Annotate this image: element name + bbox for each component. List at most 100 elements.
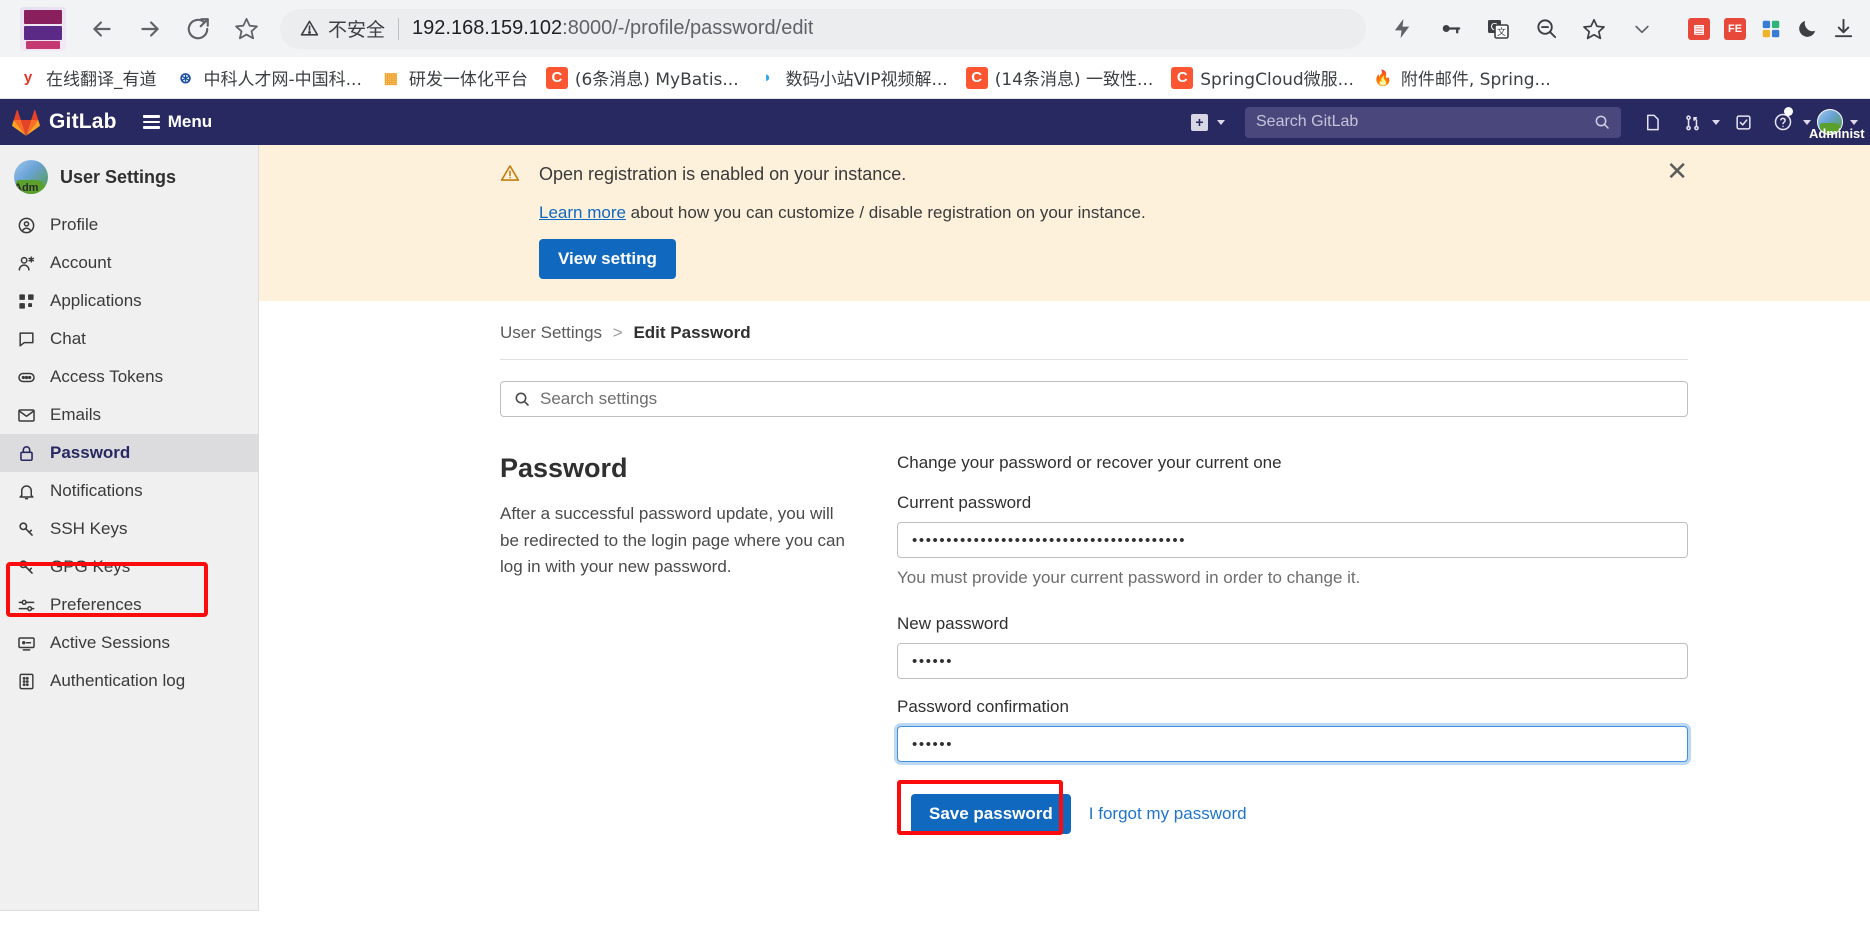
key-icon	[16, 558, 36, 577]
chevron-down-icon	[1712, 119, 1720, 125]
sidebar-item-authentication-log[interactable]: Authentication log	[0, 662, 258, 700]
bookmark-item[interactable]: ▦ 研发一体化平台	[371, 61, 537, 94]
csdn-icon: C	[965, 66, 988, 89]
issues-icon[interactable]	[1635, 106, 1669, 138]
toolbar-extension-icons: G文	[1378, 7, 1666, 51]
main-menu-button[interactable]: Menu	[142, 112, 212, 132]
zoom-out-icon[interactable]	[1522, 7, 1570, 51]
bookmark-item[interactable]: C (6条消息) MyBatis...	[537, 61, 748, 94]
page-title: Password	[500, 453, 628, 483]
sidebar-item-label: Preferences	[50, 595, 142, 614]
extension-puzzle-icon[interactable]	[1754, 12, 1788, 46]
address-bar[interactable]: 不安全 192.168.159.102:8000/-/profile/passw…	[280, 8, 1366, 49]
dark-mode-icon[interactable]	[1790, 12, 1824, 46]
sidebar-item-gpg-keys[interactable]: GPG Keys	[0, 548, 258, 586]
token-icon	[16, 368, 36, 387]
search-settings-input[interactable]: Search settings	[500, 381, 1688, 417]
bookmark-item[interactable]: 🔥 附件邮件, Spring...	[1363, 61, 1560, 94]
new-password-field[interactable]: ••••••	[897, 643, 1688, 679]
bookmark-item[interactable]: ◗ 数码小站VIP视频解...	[748, 61, 957, 94]
sidebar-item-label: Applications	[50, 291, 142, 310]
chevron-down-icon	[1217, 119, 1225, 125]
user-menu-button[interactable]: Administ	[1809, 109, 1865, 141]
close-icon[interactable]: ✕	[1666, 158, 1688, 184]
new-item-button[interactable]: +	[1185, 111, 1231, 134]
globe-icon: ⊛	[179, 69, 192, 87]
extension-red-icon[interactable]: ▤	[1682, 12, 1716, 46]
chevron-down-icon[interactable]	[1618, 7, 1666, 51]
omnibox-divider	[398, 17, 400, 40]
current-password-field[interactable]: ••••••••••••••••••••••••••••••••••••••••	[897, 522, 1688, 558]
learn-more-link[interactable]: Learn more	[539, 203, 626, 222]
sidebar-item-chat[interactable]: Chat	[0, 320, 258, 358]
bookmark-item[interactable]: ⊛ 中科人才网-中国科...	[166, 61, 371, 94]
translate-icon[interactable]: G文	[1474, 7, 1522, 51]
sidebar-bottom-strip	[0, 910, 259, 928]
sidebar-item-label: Active Sessions	[50, 633, 170, 652]
preferences-icon	[16, 596, 36, 615]
sidebar-item-ssh-keys[interactable]: SSH Keys	[0, 510, 258, 548]
star-icon[interactable]	[1570, 7, 1618, 51]
navbar-search-input[interactable]: Search GitLab	[1245, 106, 1621, 138]
sidebar-list: Profile Account Applications Chat Access Tok…	[0, 206, 258, 700]
breadcrumb-parent[interactable]: User Settings	[500, 323, 602, 342]
bookmark-item[interactable]: C SpringCloud微服...	[1162, 61, 1363, 94]
password-confirmation-field[interactable]: ••••••	[897, 726, 1688, 762]
sidebar-item-notifications[interactable]: Notifications	[0, 472, 258, 510]
reload-button[interactable]	[176, 7, 220, 51]
breadcrumb-separator: >	[612, 323, 623, 342]
extension-fe-icon[interactable]: FE	[1718, 12, 1752, 46]
merge-requests-button[interactable]	[1675, 106, 1720, 138]
avatar: Adm	[14, 160, 48, 194]
warning-triangle-icon	[500, 163, 520, 188]
gitlab-navbar: GitLab Menu + Search GitLab Administ	[0, 99, 1870, 145]
bell-icon	[16, 482, 36, 501]
sidebar-item-label: Access Tokens	[50, 367, 164, 386]
todos-icon[interactable]	[1726, 106, 1760, 138]
breadcrumb: User Settings > Edit Password	[500, 301, 1688, 360]
sidebar-item-applications[interactable]: Applications	[0, 282, 258, 320]
sidebar-item-active-sessions[interactable]: Active Sessions	[0, 624, 258, 662]
search-icon	[1595, 115, 1609, 129]
browser-toolbar: 不安全 192.168.159.102:8000/-/profile/passw…	[0, 0, 1870, 57]
sidebar-title: User Settings	[60, 166, 177, 187]
sidebar-item-label: Chat	[50, 329, 86, 348]
registration-alert: Open registration is enabled on your ins…	[259, 145, 1870, 301]
forward-button[interactable]	[128, 7, 172, 51]
chevron-down-icon	[1803, 119, 1811, 125]
password-confirmation-label: Password confirmation	[897, 697, 1069, 716]
chevron-down-icon	[1850, 119, 1858, 125]
sidebar-item-emails[interactable]: Emails	[0, 396, 258, 434]
save-password-button[interactable]: Save password	[911, 794, 1071, 834]
app-icon: ▦	[383, 69, 398, 87]
forgot-password-link[interactable]: I forgot my password	[1089, 804, 1247, 824]
section-description: After a successful password update, you …	[500, 504, 845, 577]
sidebar-item-access-tokens[interactable]: Access Tokens	[0, 358, 258, 396]
password-settings-section: Password After a successful password upd…	[500, 453, 1870, 835]
bookmark-item[interactable]: y 在线翻译_有道	[8, 61, 166, 94]
bookmark-item[interactable]: C (14条消息) 一致性...	[957, 61, 1163, 94]
sidebar-item-label: Account	[50, 253, 112, 272]
key-icon[interactable]	[1426, 7, 1474, 51]
lightning-icon[interactable]	[1378, 7, 1426, 51]
sidebar-item-password[interactable]: Password	[0, 434, 258, 472]
insecure-warning-icon	[300, 19, 319, 38]
url-text: 192.168.159.102:8000/-/profile/password/…	[412, 17, 813, 40]
gitlab-home-link[interactable]: GitLab	[12, 109, 117, 136]
sidebar-item-profile[interactable]: Profile	[0, 206, 258, 244]
sidebar-item-account[interactable]: Account	[0, 244, 258, 282]
back-button[interactable]	[80, 7, 124, 51]
log-icon	[16, 672, 36, 691]
download-icon[interactable]	[1826, 12, 1860, 46]
help-button[interactable]	[1766, 106, 1811, 138]
sidebar-header: Adm User Settings	[0, 151, 258, 206]
search-settings-placeholder: Search settings	[540, 389, 658, 408]
user-name-label: Administ	[1809, 126, 1865, 141]
sidebar-item-preferences[interactable]: Preferences	[0, 586, 258, 624]
sidebar-item-label: Notifications	[50, 481, 143, 500]
merge-requests-icon	[1675, 106, 1709, 138]
view-setting-button[interactable]: View setting	[539, 239, 676, 279]
url-port: :8000	[562, 17, 613, 39]
bookmark-star-button[interactable]	[224, 7, 268, 51]
bookmark-label: (14条消息) 一致性...	[994, 70, 1154, 90]
